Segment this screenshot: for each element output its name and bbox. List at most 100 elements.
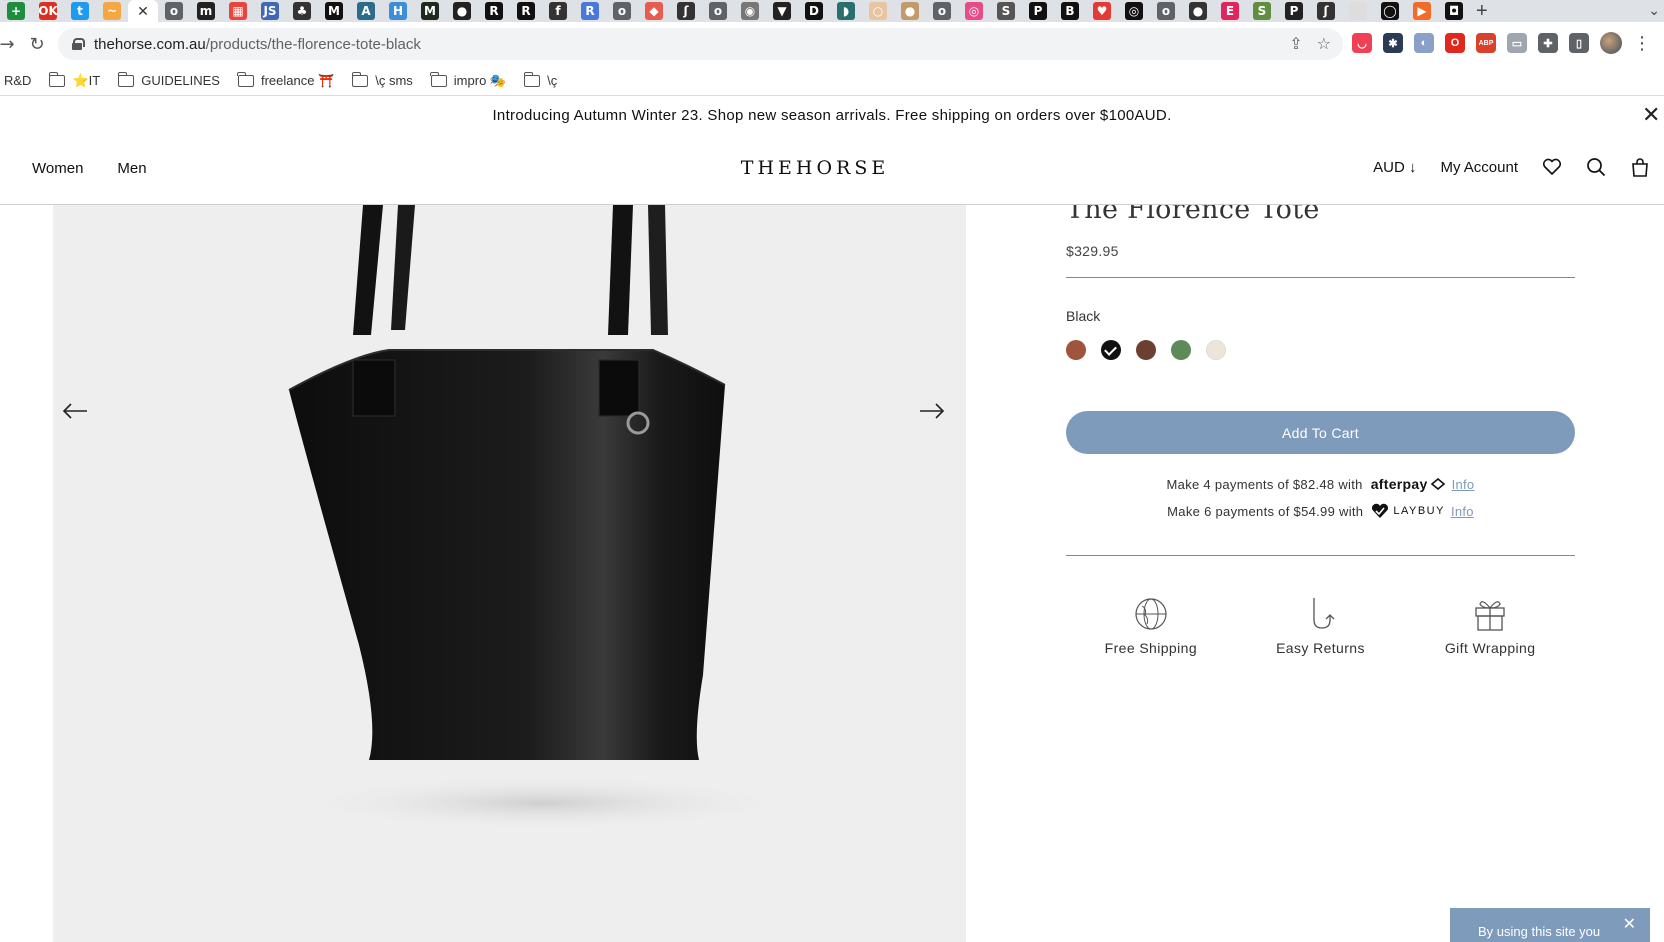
r-circle-icon[interactable]: R: [517, 2, 535, 20]
bookmark-folder[interactable]: \ç sms: [351, 71, 413, 88]
swatch-brown[interactable]: [1136, 340, 1156, 360]
bookmark-star-icon[interactable]: ☆: [1317, 34, 1331, 53]
bookmark-folder[interactable]: impro 🎭: [430, 71, 506, 89]
bookmark-folder[interactable]: \ç: [523, 71, 557, 88]
screen-ext-icon[interactable]: ▭: [1507, 33, 1527, 53]
perks-row: Free Shipping Easy Returns Gift Wrapping: [1066, 596, 1575, 656]
swatch-green[interactable]: [1171, 340, 1191, 360]
shopping-bag-icon[interactable]: [1630, 157, 1650, 177]
afterpay-line: Make 4 payments of $82.48 with afterpay …: [1066, 476, 1575, 492]
afterpay-info-link[interactable]: Info: [1452, 477, 1475, 492]
sidepanel-ext-icon[interactable]: ▯: [1569, 33, 1589, 53]
p-circle-icon[interactable]: P: [1285, 2, 1303, 20]
bookmark-folder[interactable]: GUIDELINES: [117, 71, 220, 88]
abp-ext-icon[interactable]: ABP: [1476, 33, 1496, 53]
target-icon[interactable]: ◎: [1125, 2, 1143, 20]
announcement-close-icon[interactable]: ✕: [1642, 105, 1664, 127]
js-icon[interactable]: JS: [261, 2, 279, 20]
laybuy-heart-icon: [1372, 503, 1389, 518]
gallery-prev-arrow-icon[interactable]: [61, 401, 89, 421]
globe-icon[interactable]: o: [709, 2, 727, 20]
pin-icon[interactable]: ●: [901, 2, 919, 20]
shopify-icon[interactable]: S: [1253, 2, 1271, 20]
folder-icon: [430, 71, 447, 87]
s-icon[interactable]: S: [997, 2, 1015, 20]
swatch-cream[interactable]: [1206, 340, 1226, 360]
pocket-icon[interactable]: ▼: [773, 2, 791, 20]
globe-icon[interactable]: o: [165, 2, 183, 20]
blur-ext-icon[interactable]: ◐: [1414, 33, 1434, 53]
bookmark-item[interactable]: R&D: [4, 73, 31, 88]
globe-icon[interactable]: o: [1157, 2, 1175, 20]
react-ext-icon[interactable]: ✱: [1383, 33, 1403, 53]
script-icon[interactable]: ʃ: [677, 2, 695, 20]
r-italic-icon[interactable]: R: [485, 2, 503, 20]
diamond-icon[interactable]: ◆: [645, 2, 663, 20]
cup-icon[interactable]: ◗: [837, 2, 855, 20]
camera-icon[interactable]: ◘: [1445, 2, 1463, 20]
globe-icon[interactable]: o: [933, 2, 951, 20]
gift-icon: [1475, 601, 1505, 631]
my-account-link[interactable]: My Account: [1440, 159, 1518, 176]
bulb-icon[interactable]: ○: [869, 2, 887, 20]
address-bar[interactable]: thehorse.com.au/products/the-florence-to…: [58, 28, 1343, 60]
cookie-close-icon[interactable]: ✕: [1623, 914, 1636, 933]
share-icon[interactable]: ⇪: [1289, 34, 1302, 53]
active-tab-close-icon[interactable]: ✕: [128, 0, 158, 22]
search-icon[interactable]: [1586, 157, 1606, 177]
opera-ext-icon[interactable]: O: [1445, 33, 1465, 53]
f-icon[interactable]: f: [549, 2, 567, 20]
afterpay-text: Make 4 payments of $82.48 with: [1166, 476, 1363, 492]
tab-search-chevron-icon[interactable]: ⌄: [1648, 2, 1660, 19]
folder-icon: [237, 71, 254, 87]
orange-icon[interactable]: ▶: [1413, 2, 1431, 20]
sms-icon[interactable]: ~: [103, 2, 121, 20]
add-to-cart-button[interactable]: Add To Cart: [1066, 411, 1575, 454]
url-host: thehorse.com.au: [94, 35, 206, 53]
new-tab-button[interactable]: +: [1476, 0, 1488, 22]
medium-icon[interactable]: M: [325, 2, 343, 20]
divider: [1066, 277, 1575, 278]
swatch-tan[interactable]: [1066, 340, 1086, 360]
pocket-ext-icon[interactable]: ◡: [1352, 33, 1372, 53]
afterpay-arrows-icon: [1430, 478, 1445, 490]
leaf-icon[interactable]: ♣: [293, 2, 311, 20]
r-blue-icon[interactable]: R: [581, 2, 599, 20]
github-icon[interactable]: ◯: [1381, 2, 1399, 20]
bookmark-folder[interactable]: freelance ⛩️: [237, 71, 334, 89]
twitter-icon[interactable]: t: [71, 2, 89, 20]
wishlist-heart-icon[interactable]: [1542, 157, 1562, 177]
elephant-icon[interactable]: ●: [1189, 2, 1207, 20]
product-image-gallery[interactable]: [53, 205, 966, 942]
e-icon[interactable]: E: [1221, 2, 1239, 20]
puzzle-ext-icon[interactable]: ✚: [1538, 33, 1558, 53]
forward-button[interactable]: →: [0, 31, 20, 57]
announcement-text: Introducing Autumn Winter 23. Shop new s…: [492, 106, 1172, 124]
currency-selector[interactable]: AUD ↓: [1373, 159, 1416, 176]
swatch-black[interactable]: [1101, 340, 1121, 360]
pill-icon[interactable]: ◉: [741, 2, 759, 20]
globe-icon[interactable]: o: [613, 2, 631, 20]
shield-icon[interactable]: ●: [453, 2, 471, 20]
m-icon[interactable]: m: [197, 2, 215, 20]
script-icon[interactable]: ʃ: [1317, 2, 1335, 20]
profile-avatar[interactable]: [1600, 32, 1622, 54]
tiles-icon[interactable]: ▦: [229, 2, 247, 20]
b-icon[interactable]: B: [1061, 2, 1079, 20]
d-icon[interactable]: D: [805, 2, 823, 20]
perk-label: Gift Wrapping: [1444, 640, 1536, 656]
reload-button[interactable]: ↻: [24, 31, 50, 57]
h-icon[interactable]: H: [389, 2, 407, 20]
book-icon[interactable]: A: [357, 2, 375, 20]
blank-icon[interactable]: [1349, 2, 1367, 20]
laybuy-info-link[interactable]: Info: [1451, 504, 1474, 519]
bookmark-folder[interactable]: ⭐IT: [48, 71, 100, 89]
gallery-next-arrow-icon[interactable]: [918, 401, 946, 421]
dribbble-icon[interactable]: ◎: [965, 2, 983, 20]
pt-icon[interactable]: P: [1029, 2, 1047, 20]
browser-menu-icon[interactable]: ⋮: [1633, 33, 1651, 54]
heart-icon[interactable]: ♥: [1093, 2, 1111, 20]
mj-icon[interactable]: M: [421, 2, 439, 20]
ok-icon[interactable]: OK: [38, 2, 58, 20]
sheets-icon[interactable]: +: [7, 2, 25, 20]
